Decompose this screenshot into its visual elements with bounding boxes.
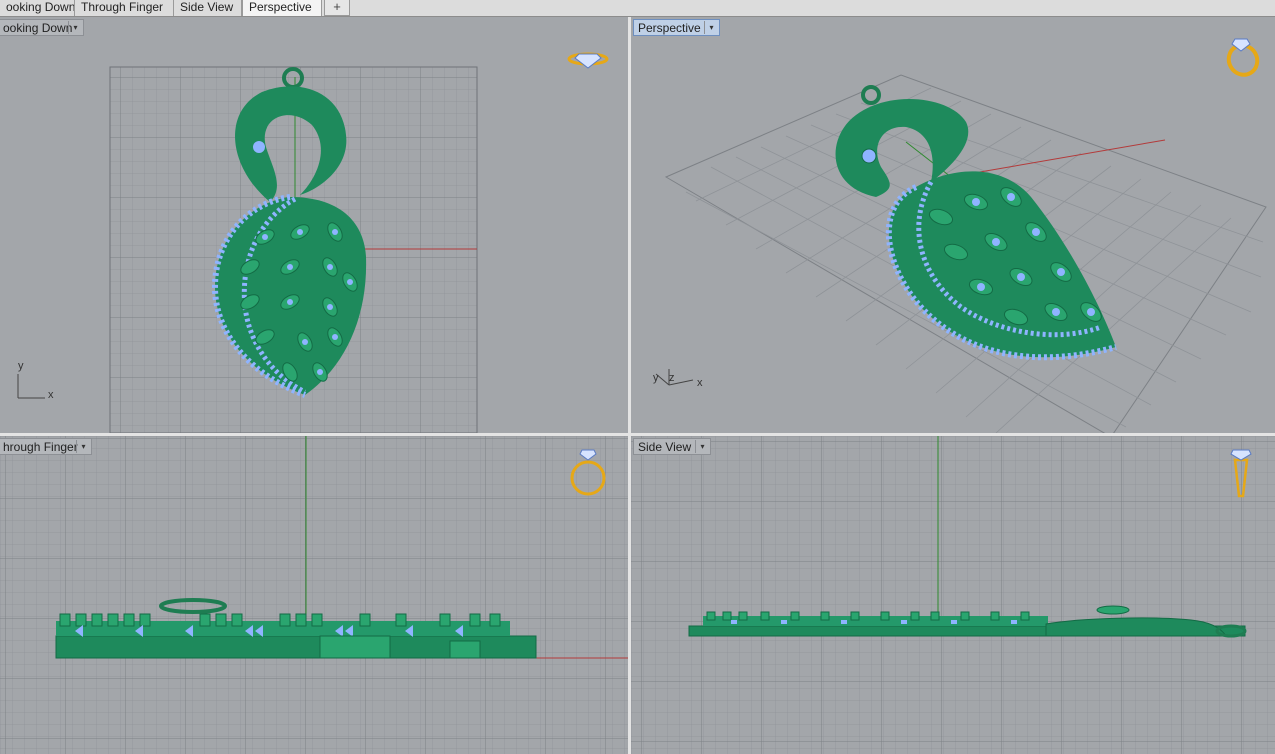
tab-perspective[interactable]: Perspective xyxy=(242,0,322,16)
viewport-title-side-view[interactable]: Side View ▾ xyxy=(633,438,711,455)
viewport-tab-bar: ooking Down Through Finger Side View Per… xyxy=(0,0,1275,17)
axis-x-label: x xyxy=(48,389,54,401)
viewport-canvas xyxy=(631,436,1275,754)
chevron-down-icon[interactable]: ▾ xyxy=(695,440,709,453)
new-tab-button[interactable]: + xyxy=(324,0,350,16)
viewport-title-perspective[interactable]: Perspective ▾ xyxy=(633,19,720,36)
axis-z-label: z xyxy=(669,372,675,384)
viewport-title-through-finger[interactable]: hrough Finger ▾ xyxy=(0,438,92,455)
chevron-down-icon[interactable]: ▾ xyxy=(704,21,718,34)
viewport-through-finger[interactable]: hrough Finger ▾ xyxy=(0,436,628,754)
viewport-title-text: Perspective xyxy=(638,21,701,35)
viewport-title-text: hrough Finger xyxy=(3,440,78,454)
viewport-divider-vertical[interactable] xyxy=(628,17,631,754)
axis-indicator xyxy=(655,369,694,386)
viewport-divider-horizontal[interactable] xyxy=(0,433,1275,436)
viewport-canvas xyxy=(0,436,628,754)
tab-through-finger[interactable]: Through Finger xyxy=(75,0,174,16)
chevron-down-icon[interactable]: ▾ xyxy=(68,21,82,34)
viewport-title-text: Side View xyxy=(638,440,692,454)
axis-x-label: x xyxy=(697,377,703,389)
viewport-looking-down[interactable]: x y ooking Down ▾ xyxy=(0,17,628,433)
ring-icon[interactable] xyxy=(1223,38,1262,80)
diamond-icon[interactable] xyxy=(567,52,609,69)
viewport-perspective[interactable]: x y z Perspective ▾ xyxy=(631,17,1275,433)
axis-indicator xyxy=(17,374,45,399)
chevron-down-icon[interactable]: ▾ xyxy=(76,440,90,453)
viewport-canvas xyxy=(17,52,609,433)
axis-y-label: y xyxy=(653,372,659,384)
tab-looking-down[interactable]: ooking Down xyxy=(0,0,75,16)
viewport-side-view[interactable]: Side View ▾ xyxy=(631,436,1275,754)
pendant-model[interactable] xyxy=(835,85,1117,361)
viewport-title-looking-down[interactable]: ooking Down ▾ xyxy=(0,19,84,36)
viewport-title-text: ooking Down xyxy=(3,21,73,35)
viewport-canvas xyxy=(655,38,1267,433)
tab-side-view[interactable]: Side View xyxy=(174,0,242,16)
axis-y-label: y xyxy=(18,360,24,372)
